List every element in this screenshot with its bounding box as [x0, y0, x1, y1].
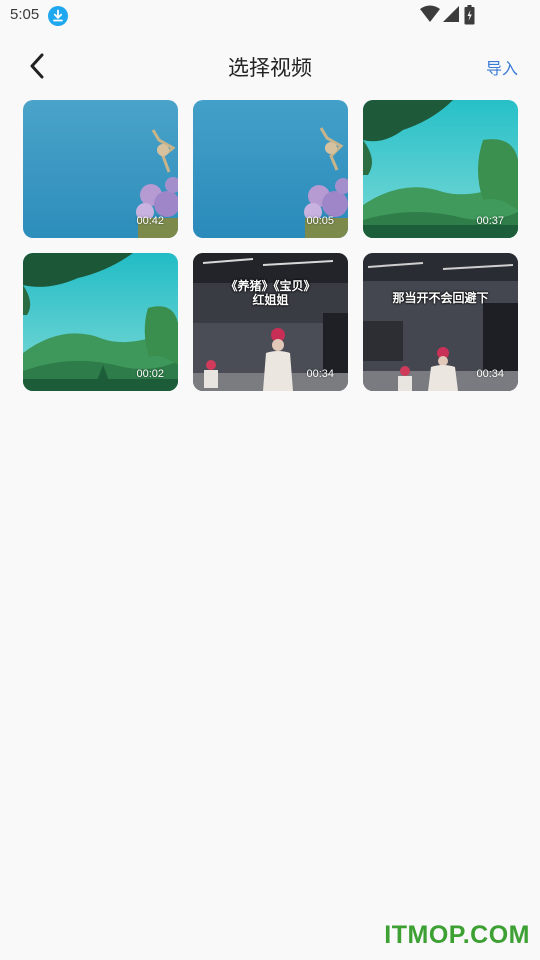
video-thumbnail[interactable]: 00:05 — [193, 100, 348, 238]
video-duration: 00:37 — [476, 215, 504, 227]
signal-icon — [443, 6, 459, 22]
video-duration: 00:42 — [136, 215, 164, 227]
status-time: 5:05 — [10, 6, 40, 23]
video-thumbnail[interactable]: 00:42 — [23, 100, 178, 238]
video-grid: 00:42 00:05 00:37 00:02 《养猪》《宝贝》 红姐姐 00:… — [23, 100, 518, 391]
wifi-icon — [420, 5, 440, 22]
import-button[interactable]: 导入 — [486, 55, 518, 79]
video-duration: 00:05 — [306, 215, 334, 227]
video-thumbnail[interactable]: 那当开不会回避下 00:34 — [363, 253, 518, 391]
video-caption: 《养猪》《宝贝》 红姐姐 — [225, 279, 316, 307]
video-thumbnail[interactable]: 00:37 — [363, 100, 518, 238]
video-caption: 那当开不会回避下 — [392, 291, 489, 305]
battery-icon — [464, 5, 475, 25]
watermark: ITMOP.COM — [384, 921, 530, 949]
app-bar: 选择视频 导入 — [0, 40, 540, 94]
page-title: 选择视频 — [228, 56, 312, 80]
video-thumbnail[interactable]: 00:02 — [23, 253, 178, 391]
video-duration: 00:02 — [136, 368, 164, 380]
status-bar: 5:05 — [0, 0, 540, 32]
video-duration: 00:34 — [476, 368, 504, 380]
video-duration: 00:34 — [306, 368, 334, 380]
download-icon — [48, 6, 68, 26]
video-thumbnail[interactable]: 《养猪》《宝贝》 红姐姐 00:34 — [193, 253, 348, 391]
